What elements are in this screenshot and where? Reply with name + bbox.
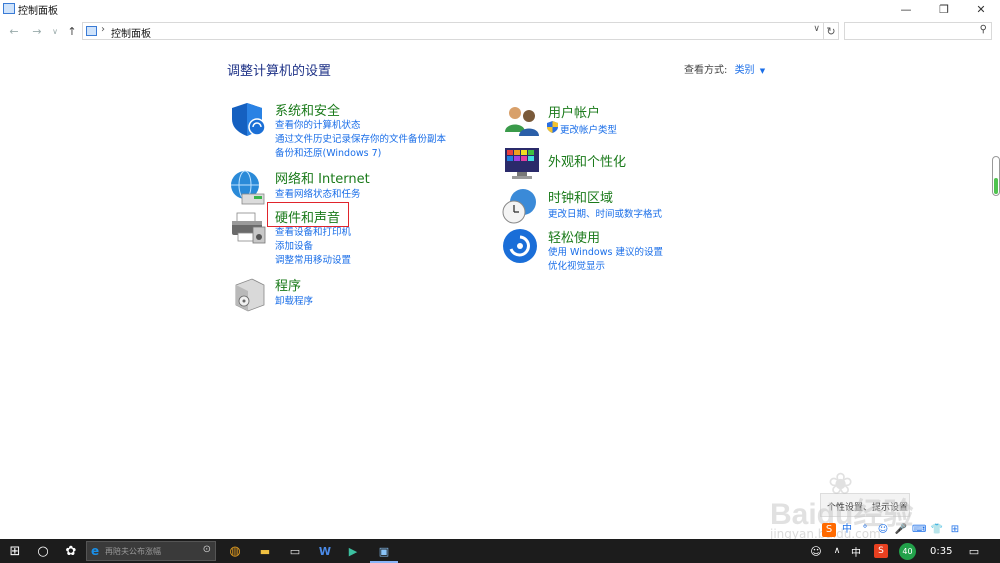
notepad-icon[interactable]: ▭	[286, 539, 304, 563]
link-recommended-settings[interactable]: 使用 Windows 建议的设置	[548, 244, 663, 258]
sogou-tray-icon[interactable]: S	[874, 544, 888, 558]
cortana-button[interactable]: ○	[34, 539, 52, 563]
side-indicator-fill	[994, 178, 998, 194]
link-view-computer-status[interactable]: 查看你的计算机状态	[275, 117, 361, 131]
notification-icon[interactable]: ▭	[966, 539, 982, 563]
file-explorer-icon[interactable]: ▬	[256, 539, 274, 563]
ime-punctuation-icon[interactable]: °	[858, 523, 872, 537]
category-programs: 程序 卸载程序	[230, 275, 430, 312]
shield-icon	[232, 103, 266, 136]
category-system-security: 系统和安全 查看你的计算机状态 通过文件历史记录保存你的文件备份副本 备份和还原…	[230, 100, 490, 160]
category-heading[interactable]: 用户帐户	[548, 102, 600, 121]
chevron-down-icon[interactable]: ▼	[760, 67, 765, 75]
ime-toolbox-icon[interactable]: ⊞	[948, 523, 962, 537]
ime-skin-icon[interactable]: 👕	[930, 523, 944, 537]
task-view-button[interactable]: ✿	[62, 539, 80, 563]
edge-icon: e	[91, 544, 100, 558]
media-player-icon[interactable]: ▶	[344, 539, 362, 563]
breadcrumb-separator: ›	[101, 24, 105, 35]
highlight-box	[267, 202, 349, 227]
ease-of-access-icon	[503, 229, 537, 263]
clock-time[interactable]: 0:35	[930, 539, 952, 563]
category-user-accounts: 用户帐户 更改帐户类型	[503, 102, 703, 138]
forward-button[interactable]: →	[29, 23, 45, 39]
address-dropdown-icon[interactable]: ∨	[813, 24, 820, 34]
view-by: 查看方式: 类别 ▼	[684, 61, 765, 76]
control-panel-taskbar-icon[interactable]: ▣	[375, 539, 393, 563]
battery-badge[interactable]: 40	[899, 543, 916, 560]
sogou-icon[interactable]: S	[822, 523, 836, 537]
view-by-label: 查看方式:	[684, 65, 728, 76]
search-icon[interactable]: ⚲	[980, 24, 987, 35]
category-appearance: 外观和个性化	[503, 144, 703, 180]
ime-keyboard-icon[interactable]: ⌨	[912, 523, 926, 537]
clock-globe-icon	[502, 189, 536, 224]
start-button[interactable]: ⊞	[6, 539, 24, 563]
refresh-button[interactable]: ↻	[824, 22, 839, 40]
category-heading[interactable]: 网络和 Internet	[275, 168, 370, 187]
category-ease-of-access: 轻松使用 使用 Windows 建议的设置 优化视觉显示	[502, 227, 702, 272]
recent-locations-dropdown[interactable]: ∨	[47, 23, 63, 39]
link-network-status[interactable]: 查看网络状态和任务	[275, 186, 361, 200]
category-network-internet: 网络和 Internet 查看网络状态和任务	[228, 168, 488, 205]
tray-chevron-icon[interactable]: ∧	[830, 539, 844, 563]
side-indicator	[992, 156, 1000, 196]
ime-popup: 个性设置、提示设置	[820, 493, 910, 517]
category-heading[interactable]: 时钟和区域	[548, 187, 613, 206]
link-change-account-type[interactable]: 更改帐户类型	[560, 122, 617, 136]
taskbar-search-icon[interactable]: ⊙	[203, 544, 211, 555]
chrome-icon[interactable]: ◍	[226, 539, 244, 563]
restore-button[interactable]: ❐	[925, 0, 963, 19]
link-backup-restore[interactable]: 备份和还原(Windows 7)	[275, 145, 381, 159]
taskbar-search-placeholder: 再陪夫公布涨幅	[105, 547, 161, 556]
monitor-palette-icon	[505, 148, 539, 179]
link-optimize-visual-display[interactable]: 优化视觉显示	[548, 258, 605, 272]
ime-toolbar: S 中 ° ☺ 🎤 ⌨ 👕 ⊞	[818, 520, 1000, 540]
printer-icon	[232, 212, 266, 244]
search-input[interactable]: ⚲	[844, 22, 992, 40]
category-clock-region: 时钟和区域 更改日期、时间或数字格式	[501, 187, 701, 227]
link-uninstall-program[interactable]: 卸载程序	[275, 293, 313, 307]
page-title: 调整计算机的设置	[227, 64, 332, 79]
ime-chinese-mode-icon[interactable]: 中	[840, 523, 854, 537]
minimize-button[interactable]: —	[887, 0, 925, 19]
category-heading[interactable]: 外观和个性化	[548, 151, 626, 170]
ime-language-indicator[interactable]: 中	[851, 539, 861, 563]
breadcrumb-control-panel[interactable]: 控制面板	[111, 25, 151, 40]
link-mobility-settings[interactable]: 调整常用移动设置	[275, 252, 351, 266]
navigation-bar: ← → ∨ ↑ › 控制面板 ∨ ↻ ⚲	[0, 20, 1000, 42]
taskbar: ⊞ ○ ✿ e 再陪夫公布涨幅 ⊙ ◍ ▬ ▭ W ▶ ▣ ☺ ∧ 中 S 40…	[0, 539, 1000, 563]
window-title: 控制面板	[18, 6, 58, 17]
up-button[interactable]: ↑	[64, 23, 80, 39]
taskbar-search-input[interactable]: e 再陪夫公布涨幅 ⊙	[86, 541, 216, 561]
control-panel-icon	[3, 3, 15, 14]
uac-shield-icon	[547, 121, 558, 133]
ime-emoji-icon[interactable]: ☺	[876, 523, 890, 537]
back-button[interactable]: ←	[6, 23, 22, 39]
address-bar[interactable]: › 控制面板 ∨	[82, 22, 824, 40]
link-file-history[interactable]: 通过文件历史记录保存你的文件备份副本	[275, 131, 446, 145]
link-change-date-time[interactable]: 更改日期、时间或数字格式	[548, 206, 662, 220]
ime-voice-icon[interactable]: 🎤	[894, 523, 908, 537]
view-by-dropdown[interactable]: 类别	[735, 65, 755, 76]
category-heading[interactable]: 程序	[275, 275, 301, 294]
programs-box-icon	[235, 278, 265, 312]
globe-network-icon	[231, 170, 265, 205]
control-panel-icon	[86, 26, 97, 36]
close-button[interactable]: ✕	[962, 0, 1000, 19]
people-icon[interactable]: ☺	[808, 539, 824, 563]
word-icon[interactable]: W	[316, 539, 334, 563]
title-bar: 控制面板 — ❐ ✕	[0, 0, 1000, 19]
users-icon	[505, 107, 539, 136]
link-add-device[interactable]: 添加设备	[275, 238, 313, 252]
